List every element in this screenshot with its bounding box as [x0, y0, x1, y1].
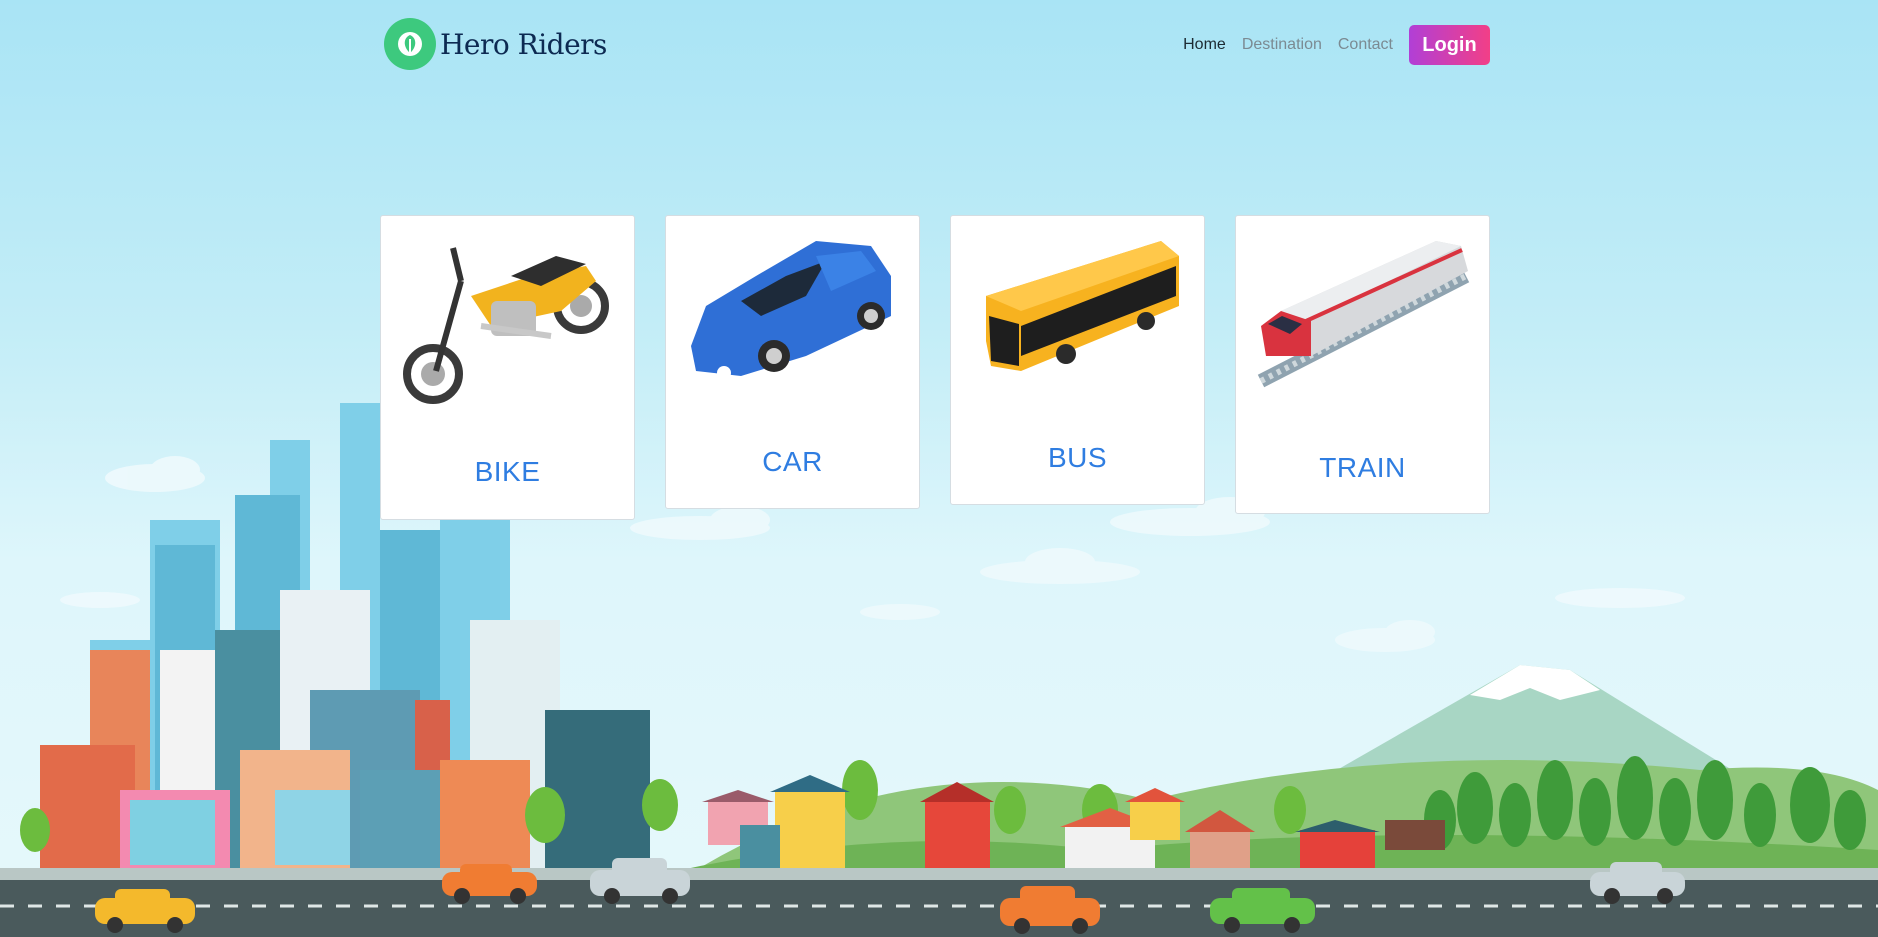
- brand-name: Hero Riders: [440, 27, 607, 61]
- nav-link-home[interactable]: Home: [1183, 36, 1226, 54]
- motorcycle-icon: [403, 247, 609, 404]
- city-background-illustration: [0, 403, 1878, 937]
- vehicle-label: TRAIN: [1319, 452, 1406, 483]
- vehicle-card-train[interactable]: TRAIN: [1235, 215, 1490, 514]
- vehicle-label: BUS: [1047, 442, 1108, 473]
- vehicle-card-car[interactable]: CAR: [665, 215, 920, 509]
- train-icon: [1257, 241, 1470, 388]
- nav-link-contact[interactable]: Contact: [1338, 36, 1393, 54]
- vehicle-label: BIKE: [474, 456, 541, 487]
- vehicle-card-bus[interactable]: BUS: [950, 215, 1205, 505]
- brand[interactable]: Hero Riders: [384, 18, 607, 70]
- nav-link-destination[interactable]: Destination: [1242, 36, 1322, 54]
- login-button[interactable]: Login: [1409, 25, 1490, 65]
- bus-icon: [986, 241, 1179, 371]
- vehicle-label: CAR: [762, 446, 823, 477]
- car-icon: [691, 241, 891, 380]
- nav-menu: Home Destination Contact Login: [1183, 25, 1490, 65]
- navbar: Hero Riders Home Destination Contact Log…: [384, 18, 1490, 74]
- leaf-icon: [384, 18, 436, 70]
- vehicle-card-bike[interactable]: BIKE: [380, 215, 635, 520]
